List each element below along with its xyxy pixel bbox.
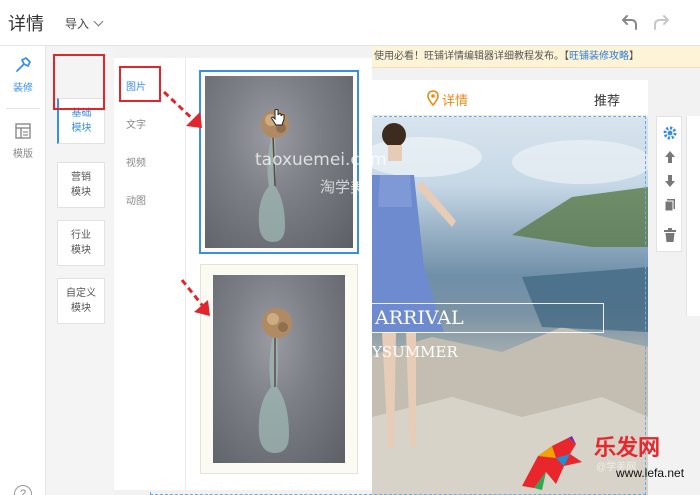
gear-icon[interactable] [662,125,678,141]
category-label: 基础 模块 [71,108,92,134]
move-down-icon[interactable] [662,173,678,189]
rail-item-template[interactable]: 模版 [0,122,46,160]
flower-vase-photo [213,275,345,463]
notice-text: 使用必看！旺铺详情编辑器详细教程发布。 [374,51,564,62]
submenu-gif[interactable]: 动图 [126,192,146,207]
chevron-down-icon [93,16,104,27]
left-rail: 装修 模版 ? [0,46,46,495]
category-label: 营销 模块 [71,172,91,198]
help-icon[interactable]: ? [14,485,32,495]
copy-icon[interactable] [662,197,678,213]
image-module-thumbnail-2[interactable] [200,264,358,474]
template-icon [15,123,31,139]
location-pin-icon [427,90,439,106]
highlight-box-image [119,66,161,102]
tab-detail[interactable]: 详情 [442,90,468,109]
import-label: 导入 [65,17,90,31]
top-bar: 详情 导入 [0,0,700,46]
tab-recommend[interactable]: 推荐 [594,90,620,109]
category-industry[interactable]: 行业 模块 [57,220,105,266]
submenu-video[interactable]: 视频 [126,154,146,169]
rail-label-decorate: 装修 [13,83,33,94]
category-custom[interactable]: 自定义 模块 [57,278,105,324]
vase-drawing [258,308,292,453]
image-module-panel [186,58,372,490]
redo-icon[interactable] [651,12,673,34]
preview-tabs: 详情 推荐 [372,80,648,116]
highlight-box-basic [53,54,105,110]
hammer-icon [16,57,31,72]
module-toolbar [656,116,682,252]
category-label: 自定义 模块 [66,288,96,314]
flower-vase-photo [205,76,353,248]
delete-icon[interactable] [662,227,678,243]
import-dropdown[interactable]: 导入 [65,15,104,32]
notice-bar: 使用必看！旺铺详情编辑器详细教程发布。【旺铺装修攻略】 [372,46,700,68]
move-up-icon[interactable] [662,149,678,165]
notice-bracket-close: 】 [629,51,639,62]
submenu-text[interactable]: 文字 [126,116,146,131]
vase-drawing [258,110,289,242]
rail-divider [6,108,40,109]
rail-label-template: 模版 [13,149,33,160]
undo-icon[interactable] [618,12,640,34]
category-marketing[interactable]: 营销 模块 [57,162,105,208]
notice-link[interactable]: 旺铺装修攻略 [569,51,629,62]
image-module-thumbnail-1[interactable] [199,70,359,254]
right-edge-panel [686,116,700,316]
category-column: 基础 模块 营销 模块 行业 模块 自定义 模块 [46,46,114,495]
submenu-column: 图片 文字 视频 动图 [114,58,186,490]
page-title: 详情 [8,14,44,35]
rail-item-decorate[interactable]: 装修 [0,56,46,94]
category-label: 行业 模块 [71,230,91,256]
